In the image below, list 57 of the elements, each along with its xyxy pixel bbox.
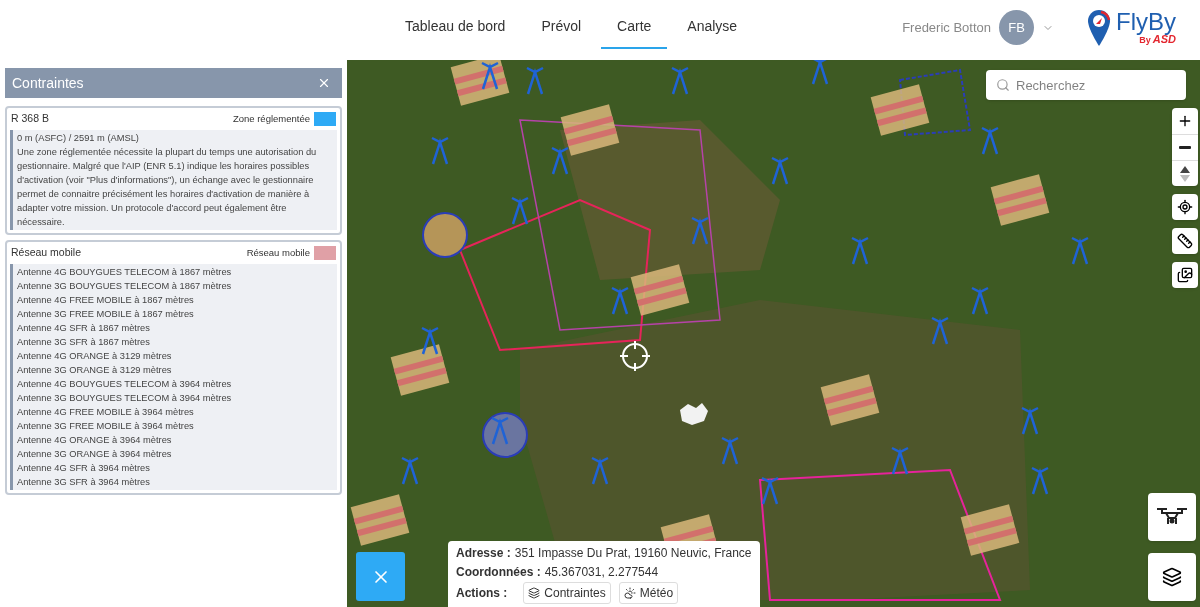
compass-icon <box>1180 165 1190 182</box>
detail-text: Antenne 3G BOUYGUES TELECOM à 3964 mètres <box>17 391 233 405</box>
legend-label: Zone réglementée <box>232 111 310 126</box>
detail-text: Antenne 4G FREE MOBILE à 3964 mètres <box>17 405 195 419</box>
action-button[interactable]: Contraintes <box>523 582 611 604</box>
locate-button[interactable] <box>1172 194 1198 220</box>
action-button[interactable]: Météo <box>618 582 679 604</box>
search-field[interactable]: Recherchez <box>986 70 1186 100</box>
layers-icon <box>528 587 541 599</box>
detail-text: 0 m (ASFC) / 2591 m (AMSL) <box>17 131 140 145</box>
close-icon[interactable] <box>317 76 331 90</box>
nav-tab[interactable]: Tableau de bord <box>389 6 522 49</box>
detail-text: Antenne 4G ORANGE à 3129 mètres <box>17 349 173 363</box>
detail-text: Antenne 4G ORANGE à 3964 mètres <box>17 433 173 447</box>
detail-text: Antenne 4G SFR à 1867 mètres <box>17 321 151 335</box>
detail-text: Une zone réglementée nécessite la plupart du temps une autorisation du gestionnaire. Malgré que l'AIP (ENR 5.1) indique les horaires possibles d'activation (voir "Plus d'informations"), un échange avec le gestionnaire permet de connaitre précisément les horaires d'activation de manière à adapter votre mission. Un protocole d'accord peut également être nécessaire. <box>17 145 318 229</box>
nav-tab[interactable]: Prévol <box>525 6 598 49</box>
constraint-title: Réseau mobile <box>11 244 82 260</box>
logo-title: FlyBy <box>1116 10 1176 34</box>
ruler-button[interactable] <box>1172 228 1198 254</box>
layers-icon <box>1162 567 1182 587</box>
constraint-title: R 368 B <box>11 111 49 126</box>
layers-button[interactable] <box>1148 553 1196 601</box>
detail-text: Antenne 3G ORANGE à 3964 mètres <box>17 447 173 461</box>
detail-text: Antenne 4G SFR à 3964 mètres <box>17 461 151 475</box>
detail-text: Antenne 3G FREE MOBILE à 1867 mètres <box>17 307 195 321</box>
panel-title: Contraintes <box>12 73 84 93</box>
nav-tab[interactable]: Carte <box>601 6 668 49</box>
detail-text: Antenne 3G SFR à 1867 mètres <box>17 335 151 349</box>
info-value: 351 Impasse Du Prat, 19160 Neuvic, France <box>514 545 752 562</box>
detail-text: Antenne 3G FREE MOBILE à 3964 mètres <box>17 419 195 433</box>
plus-icon <box>1177 113 1193 129</box>
detail-text: Antenne 3G SFR à 3964 mètres <box>17 475 151 489</box>
logo-brand-text: ASD <box>1152 34 1176 45</box>
ruler-icon <box>1177 233 1193 249</box>
legend-label: Réseau mobile <box>246 245 310 260</box>
info-value: 45.367031, 2.277544 <box>544 564 659 581</box>
map-pin-logo-icon <box>1086 7 1112 48</box>
logo-by-text: By <box>1139 36 1151 45</box>
detail-text: Antenne 4G FREE MOBILE à 1867 mètres <box>17 293 195 307</box>
detail-text: Antenne 4G BOUYGUES TELECOM à 3964 mètres <box>17 377 233 391</box>
images-icon <box>1177 267 1193 283</box>
info-label: Actions : <box>456 585 508 602</box>
info-label: Coordonnées : <box>456 564 541 581</box>
locate-icon <box>1177 199 1193 215</box>
search-icon <box>996 78 1010 92</box>
minus-icon <box>1179 146 1191 149</box>
detail-text: Antenne 3G ORANGE à 3129 mètres <box>17 363 173 377</box>
crosshair-icon <box>620 341 650 371</box>
info-label: Adresse : <box>456 545 511 562</box>
detail-text: Antenne 3G BOUYGUES TELECOM à 1867 mètres <box>17 279 233 293</box>
user-name: Frederic Botton <box>902 18 991 37</box>
images-button[interactable] <box>1172 262 1198 288</box>
nav-tab[interactable]: Analyse <box>671 6 754 49</box>
cloud-sun-icon <box>623 587 636 599</box>
drone-button[interactable] <box>1148 493 1196 541</box>
detail-text: Antenne 4G BOUYGUES TELECOM à 1867 mètres <box>17 265 233 279</box>
